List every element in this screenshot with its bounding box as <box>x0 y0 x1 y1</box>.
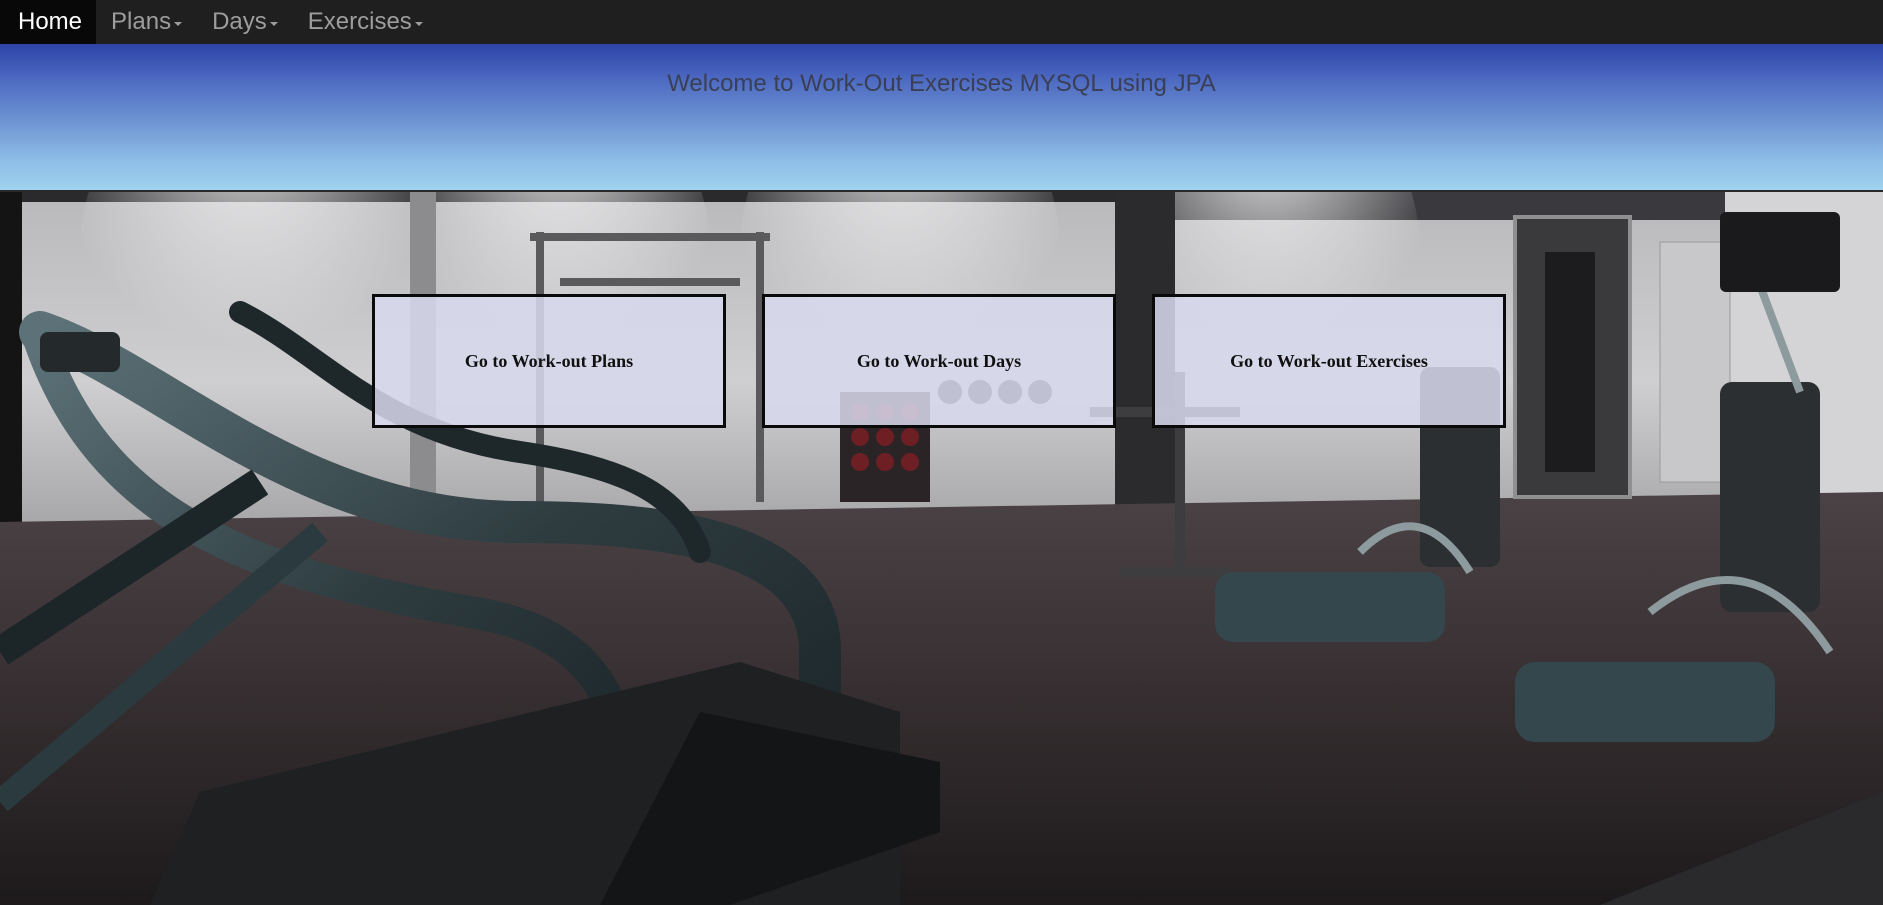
nav-exercises-dropdown[interactable]: Exercises <box>293 0 438 44</box>
nav-home-label: Home <box>18 8 83 35</box>
nav-home[interactable]: Home <box>0 0 97 44</box>
nav-plans-label: Plans <box>111 8 172 35</box>
nav-days-label: Days <box>212 8 267 35</box>
caret-down-icon <box>174 21 183 26</box>
nav-plans-dropdown[interactable]: Plans <box>96 0 197 44</box>
go-to-plans-button[interactable]: Go to Work-out Plans <box>372 294 726 428</box>
go-to-exercises-button[interactable]: Go to Work-out Exercises <box>1152 294 1506 428</box>
page-title: Welcome to Work-Out Exercises MYSQL usin… <box>667 70 1216 97</box>
caret-down-icon <box>269 21 278 26</box>
nav-days-dropdown[interactable]: Days <box>197 0 293 44</box>
go-to-days-button[interactable]: Go to Work-out Days <box>762 294 1116 428</box>
nav-exercises-label: Exercises <box>307 8 412 35</box>
hero-header: Welcome to Work-Out Exercises MYSQL usin… <box>0 44 1883 192</box>
top-navbar: Home Plans Days Exercises <box>0 0 1883 45</box>
caret-down-icon <box>414 21 423 26</box>
